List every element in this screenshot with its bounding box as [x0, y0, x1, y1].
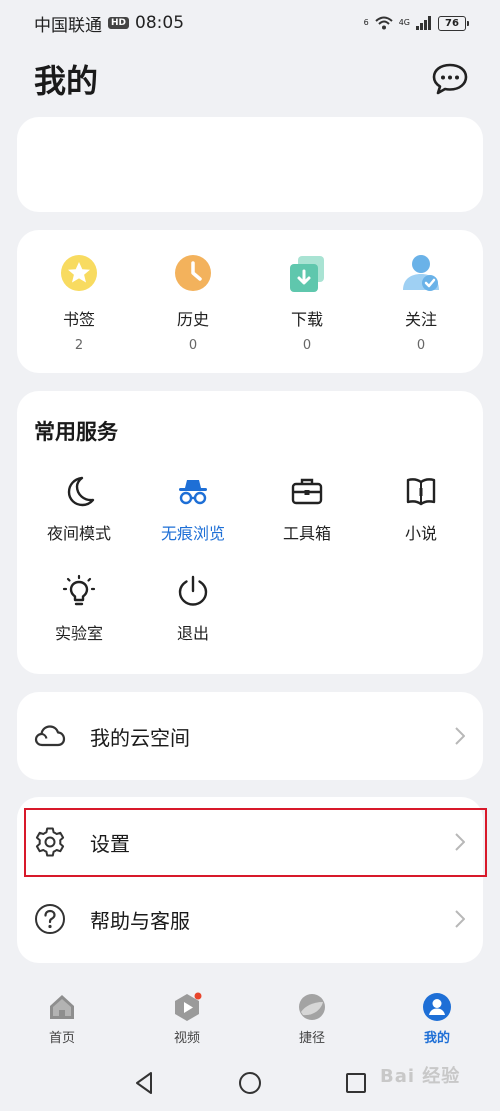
stat-count: 0 [188, 338, 198, 353]
power-icon [178, 575, 208, 606]
user-follow-icon [403, 255, 439, 291]
stat-label: 关注 [404, 310, 437, 329]
service-night-mode[interactable]: 夜间模式 [19, 474, 139, 544]
settings-highlight-box [24, 808, 487, 877]
stat-count: 2 [74, 338, 84, 353]
service-toolbox[interactable]: 工具箱 [247, 474, 367, 544]
service-novel[interactable]: 小说 [361, 474, 481, 544]
profile-icon [423, 993, 451, 1021]
stat-count: 0 [302, 338, 312, 353]
nav-video[interactable]: 视频 [147, 992, 227, 1046]
service-label: 无痕浏览 [160, 524, 225, 543]
help-label: 帮助与客服 [90, 908, 190, 933]
recents-icon[interactable] [344, 1071, 368, 1095]
status-right: 6 4G 76 [363, 15, 469, 31]
nav-label: 视频 [173, 1031, 200, 1046]
service-label: 实验室 [54, 624, 103, 643]
home-icon [50, 995, 74, 1019]
nav-shortcut[interactable]: 捷径 [272, 992, 352, 1046]
cloud-icon [34, 725, 66, 747]
incognito-icon [179, 480, 207, 505]
service-label: 夜间模式 [46, 524, 111, 543]
service-label: 小说 [404, 524, 437, 543]
stat-label: 下载 [290, 310, 323, 329]
nav-label: 首页 [48, 1031, 75, 1046]
nav-label: 捷径 [298, 1031, 325, 1046]
message-icon[interactable] [431, 62, 469, 96]
watermark: Bai 经验 [380, 1066, 461, 1087]
home-button-icon[interactable] [238, 1071, 262, 1095]
network-tag: 4G [398, 18, 410, 27]
service-lab[interactable]: 实验室 [19, 574, 139, 644]
cloud-space-label: 我的云空间 [90, 725, 190, 750]
nav-label: 我的 [423, 1031, 450, 1046]
stats-card: 书签 2 历史 0 下载 0 关注 0 [17, 230, 483, 373]
stat-downloads[interactable]: 下载 0 [247, 252, 367, 353]
service-label: 退出 [176, 624, 209, 643]
services-card: 常用服务 夜间模式 无痕浏览 工具箱 小说 实验室 退出 [17, 391, 483, 674]
help-row[interactable]: 帮助与客服 [17, 879, 483, 959]
status-left: 中国联通 HD 08:05 [34, 11, 184, 36]
moon-icon [67, 476, 95, 507]
star-icon [61, 255, 97, 291]
service-label: 工具箱 [282, 524, 331, 543]
status-bar: 中国联通 HD 08:05 6 4G 76 [0, 0, 500, 46]
toolbox-icon [291, 478, 323, 505]
cloud-space-card[interactable]: 我的云空间 [17, 692, 483, 780]
service-incognito[interactable]: 无痕浏览 [133, 474, 253, 544]
help-icon [35, 904, 65, 934]
shortcut-icon [299, 994, 325, 1020]
signal-icon [416, 16, 431, 30]
stat-label: 书签 [62, 310, 95, 329]
stat-label: 历史 [176, 310, 209, 329]
download-icon [290, 256, 324, 292]
stat-history[interactable]: 历史 0 [133, 252, 253, 353]
carrier-name: 中国联通 [34, 15, 102, 36]
service-exit[interactable]: 退出 [133, 574, 253, 644]
clock-time: 08:05 [135, 13, 185, 33]
section-title: 常用服务 [34, 420, 118, 444]
battery-indicator: 76 [438, 15, 469, 31]
nav-profile[interactable]: 我的 [397, 992, 477, 1046]
video-icon [175, 992, 202, 1021]
book-icon [406, 478, 436, 506]
back-icon[interactable] [132, 1071, 156, 1095]
lightbulb-icon [62, 574, 96, 606]
page-title: 我的 [34, 62, 99, 100]
stat-count: 0 [416, 338, 426, 353]
wifi-icon [375, 16, 393, 30]
chevron-right-icon [455, 910, 465, 928]
user-account-card[interactable] [17, 117, 483, 212]
chevron-right-icon [455, 727, 465, 745]
stat-bookmarks[interactable]: 书签 2 [19, 252, 139, 353]
nav-home[interactable]: 首页 [22, 992, 102, 1046]
hd-badge: HD [108, 17, 130, 29]
cloud-space-row[interactable]: 我的云空间 [17, 696, 483, 776]
stat-following[interactable]: 关注 0 [361, 252, 481, 353]
wifi-tag: 6 [363, 18, 369, 27]
bottom-nav: 首页 视频 捷径 我的 [0, 980, 500, 1050]
clock-icon [175, 255, 211, 291]
